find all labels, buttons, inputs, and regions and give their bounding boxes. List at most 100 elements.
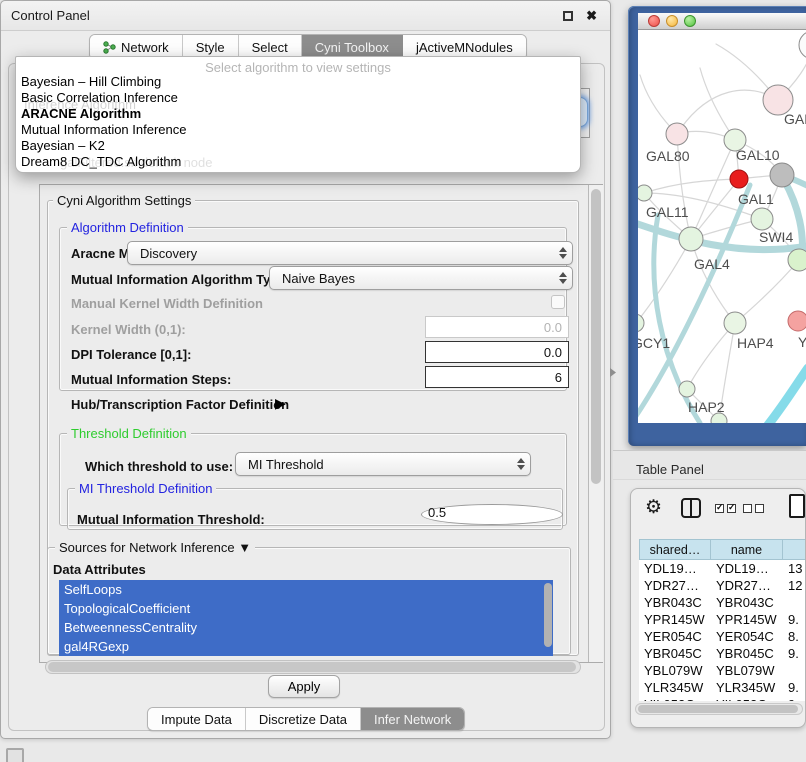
network-node[interactable] (666, 123, 688, 145)
data-attribute-item[interactable]: BetweennessCentrality (59, 618, 553, 637)
mi-threshold-value: 0.5 (428, 505, 446, 520)
table-cell: YIL052C (639, 696, 711, 701)
network-node[interactable] (799, 31, 806, 59)
network-node[interactable] (770, 163, 794, 187)
aracne-mode-select[interactable]: Discovery (127, 241, 573, 265)
table-cell: YDR27… (639, 577, 711, 594)
splitter-handle-icon[interactable] (610, 368, 616, 377)
gear-icon[interactable]: ⚙ (645, 497, 662, 519)
control-panel-window: Control Panel ✖ Network Style Select Cyn… (0, 0, 611, 739)
table-row[interactable]: YPR145WYPR145W9. (639, 611, 805, 628)
zoom-traffic-light-icon[interactable] (684, 15, 696, 27)
scrollbar-thumb[interactable] (48, 662, 576, 672)
expand-arrow-icon[interactable]: ▶ (275, 395, 286, 412)
table-toolbar: ⚙ (631, 489, 805, 537)
tab-discretize-data[interactable]: Discretize Data (246, 708, 361, 730)
vertical-scrollbar[interactable] (588, 185, 603, 662)
mi-type-label: Mutual Information Algorithm Type: (71, 272, 290, 287)
data-attribute-item[interactable]: TopologicalCoefficient (59, 599, 553, 618)
horizontal-scrollbar[interactable] (45, 660, 581, 674)
control-panel-title: Control Panel (11, 8, 90, 23)
tab-label: Impute Data (161, 712, 232, 727)
apply-button[interactable]: Apply (268, 675, 340, 698)
kernel-width-field[interactable]: 0.0 (425, 316, 569, 338)
data-attribute-item[interactable]: gal4RGexp (59, 637, 553, 656)
table-cell: YDL19… (711, 560, 783, 577)
network-node[interactable] (788, 311, 806, 331)
table-row[interactable]: YBL079WYBL079W (639, 662, 805, 679)
network-edge[interactable] (638, 239, 691, 323)
algorithm-option[interactable]: Bayesian – Hill Climbing (16, 74, 580, 90)
table-cell: YDR27… (711, 577, 783, 594)
algorithm-option[interactable]: Dream8 DC_TDC Algorithm (16, 154, 580, 170)
scrollbar-thumb[interactable] (638, 705, 798, 713)
close-traffic-light-icon[interactable] (648, 15, 660, 27)
node-label: GAL80 (646, 148, 690, 164)
data-attributes-label: Data Attributes (53, 562, 146, 577)
network-edge[interactable] (644, 179, 739, 193)
algorithm-option[interactable]: Bayesian – K2 (16, 138, 580, 154)
export-table-icon[interactable] (789, 494, 805, 518)
network-edge[interactable] (768, 368, 806, 423)
algorithm-option[interactable]: ARACNE Algorithm (16, 106, 580, 122)
table-row[interactable]: YDR27…YDR27…12 (639, 577, 805, 594)
column-view-icon[interactable] (681, 498, 701, 518)
network-edge[interactable] (687, 323, 735, 389)
table-row[interactable]: YER054CYER054C8. (639, 628, 805, 645)
manual-kernel-checkbox[interactable] (551, 295, 565, 309)
network-node[interactable] (730, 170, 748, 188)
network-view-window: GAL7GAL80GAL10GAL1GAL11GAL4SWI4GCY1HAP4Y… (628, 6, 806, 446)
mi-type-select[interactable]: Naive Bayes (269, 266, 573, 290)
network-node[interactable] (788, 249, 806, 271)
close-icon[interactable]: ✖ (586, 8, 597, 24)
network-node[interactable] (638, 185, 652, 201)
list-scrollbar-thumb[interactable] (544, 583, 552, 647)
tab-impute-data[interactable]: Impute Data (148, 708, 246, 730)
mi-steps-field[interactable]: 6 (425, 366, 569, 388)
table-body: YDL19…YDL19…13YDR27…YDR27…12YBR043CYBR04… (639, 560, 805, 701)
table-row[interactable]: YDL19…YDL19…13 (639, 560, 805, 577)
which-threshold-label: Which threshold to use: (85, 459, 233, 474)
network-canvas[interactable]: GAL7GAL80GAL10GAL1GAL11GAL4SWI4GCY1HAP4Y… (638, 30, 806, 423)
network-window-titlebar[interactable] (638, 13, 806, 30)
select-all-columns-icon[interactable] (715, 504, 736, 513)
algorithm-definition-title: Algorithm Definition (67, 220, 188, 235)
table-horizontal-scrollbar[interactable] (635, 703, 803, 715)
table-row[interactable]: YBR045CYBR045C9. (639, 645, 805, 662)
aracne-mode-value: Discovery (140, 246, 197, 261)
table-row[interactable]: YLR345WYLR345W9. (639, 679, 805, 696)
which-threshold-select[interactable]: MI Threshold (235, 452, 531, 476)
table-row[interactable]: YIL052CYIL052C9. (639, 696, 805, 701)
network-node[interactable] (679, 227, 703, 251)
collapse-arrow-icon[interactable]: ▼ (238, 540, 251, 555)
data-attribute-item[interactable]: SelfLoops (59, 580, 553, 599)
dpi-tolerance-field[interactable]: 0.0 (425, 341, 569, 363)
network-node[interactable] (638, 314, 644, 332)
bottom-tabbar: Impute Data Discretize Data Infer Networ… (147, 707, 465, 731)
column-header-shared-name[interactable]: shared… (639, 539, 711, 560)
table-cell (783, 594, 805, 611)
scrollbar-thumb[interactable] (591, 189, 601, 484)
float-window-icon[interactable] (563, 11, 573, 21)
data-attributes-list[interactable]: SelfLoopsTopologicalCoefficientBetweenne… (59, 580, 553, 656)
tab-infer-network[interactable]: Infer Network (361, 708, 464, 730)
table-row[interactable]: YBR043CYBR043C (639, 594, 805, 611)
dropdown-prompt: Select algorithm to view settings (16, 60, 580, 75)
network-node[interactable] (724, 312, 746, 334)
kernel-width-label: Kernel Width (0,1): (71, 322, 186, 337)
algorithm-option[interactable]: Mutual Information Inference (16, 122, 580, 138)
network-edge[interactable] (735, 260, 799, 323)
column-header-name[interactable]: name (711, 539, 783, 560)
network-node[interactable] (679, 381, 695, 397)
network-node[interactable] (751, 208, 773, 230)
minimize-traffic-light-icon[interactable] (666, 15, 678, 27)
mi-steps-label: Mutual Information Steps: (71, 372, 231, 387)
dock-panel-icon[interactable] (6, 748, 24, 762)
deselect-all-columns-icon[interactable] (743, 504, 764, 513)
hub-definition-label: Hub/Transcription Factor Definition (71, 397, 289, 412)
network-edge[interactable] (691, 140, 735, 239)
column-header-cropped[interactable] (783, 539, 805, 560)
algorithm-option[interactable]: Basic Correlation Inference (16, 90, 580, 106)
mi-threshold-label: Mutual Information Threshold: (77, 512, 265, 527)
mi-threshold-field[interactable]: 0.5 (421, 504, 563, 525)
